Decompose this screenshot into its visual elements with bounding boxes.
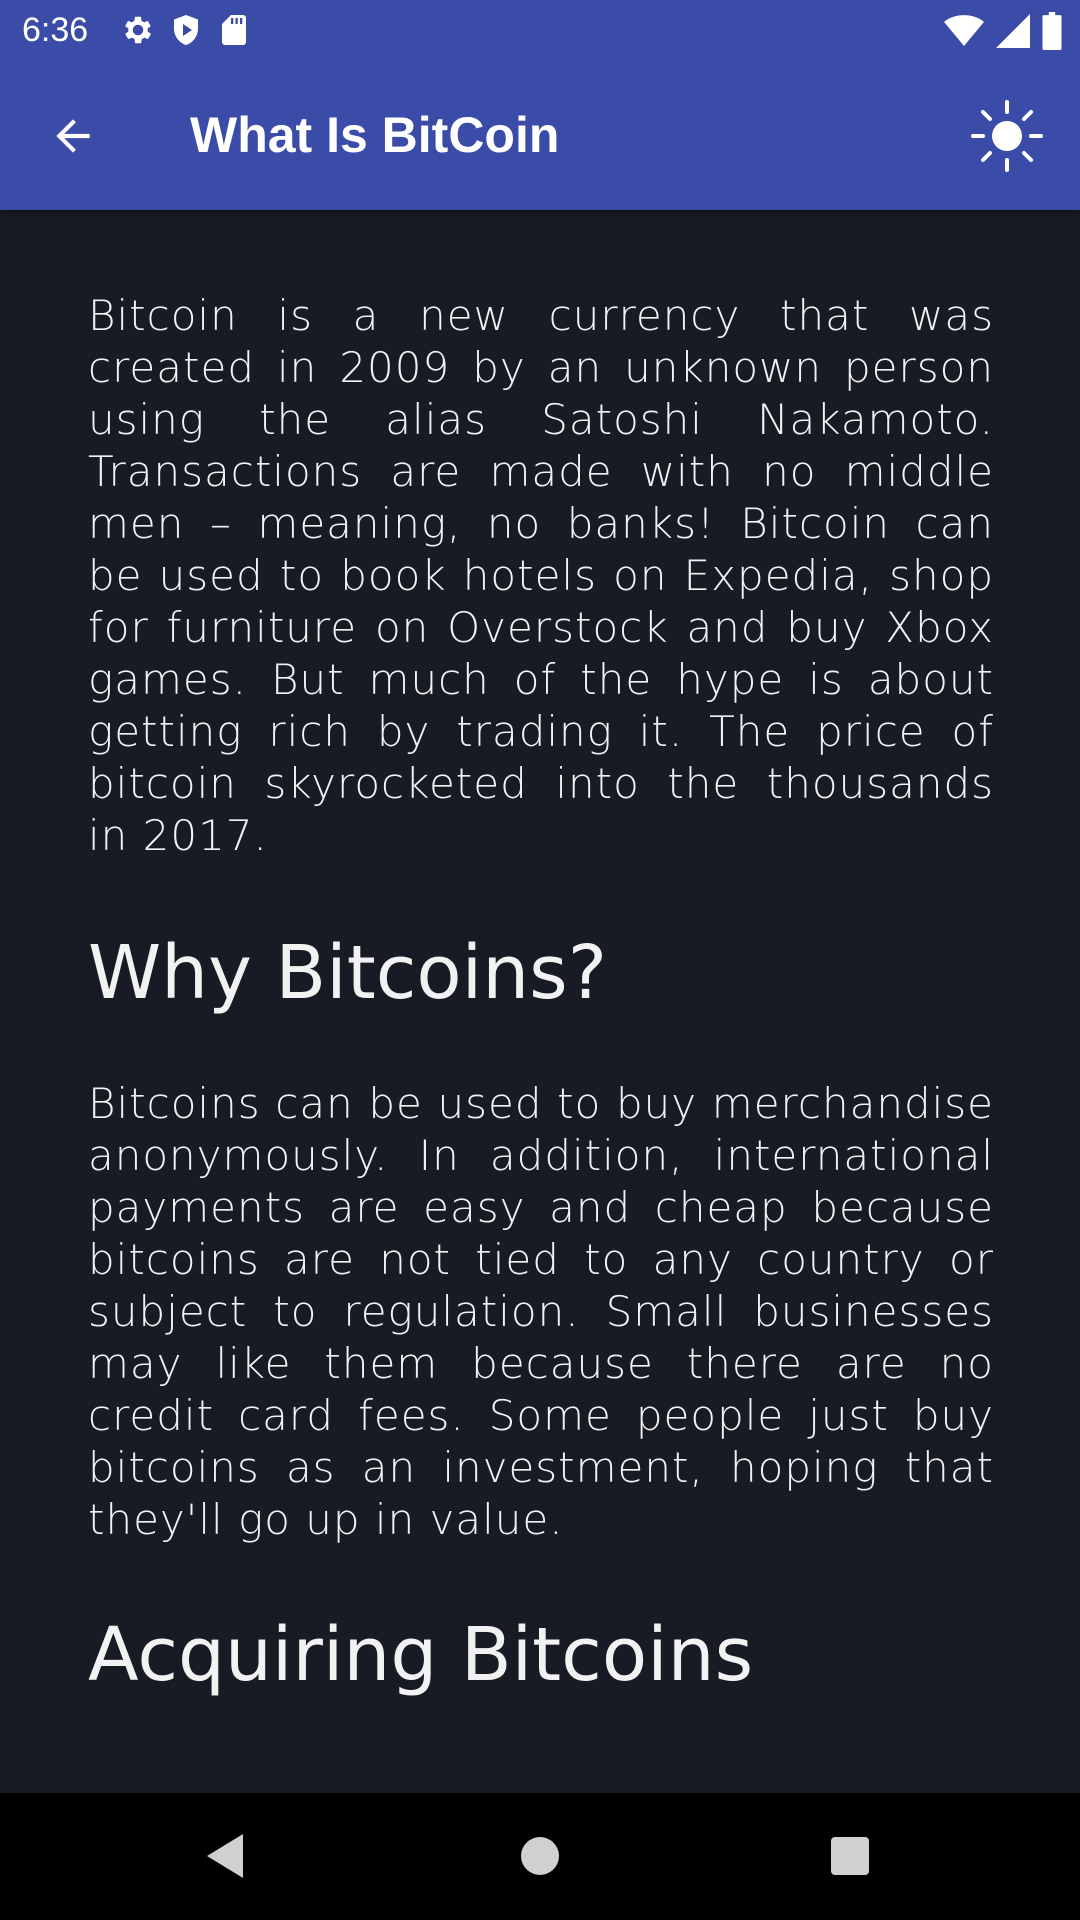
- wifi-icon: [944, 13, 984, 49]
- status-icons-right: [944, 12, 1062, 50]
- gear-icon: [120, 12, 156, 48]
- system-nav-bar: [0, 1793, 1080, 1920]
- article-content[interactable]: Bitcoin is a new currency that was creat…: [88, 210, 994, 1793]
- page-title: What Is BitCoin: [190, 107, 560, 163]
- home-circle-icon: [520, 1836, 560, 1880]
- sd-card-icon: [216, 12, 252, 48]
- app-bar: What Is BitCoin: [0, 63, 1080, 210]
- theme-toggle-button[interactable]: [964, 95, 1050, 181]
- intro-paragraph: Bitcoin is a new currency that was creat…: [88, 291, 994, 860]
- status-time: 6:36: [22, 11, 89, 49]
- why-paragraph: Bitcoins can be used to buy merchandise …: [88, 1079, 994, 1544]
- battery-icon: [1042, 12, 1062, 50]
- cell-signal-icon: [996, 13, 1030, 49]
- status-bar: 6:36: [0, 0, 1080, 63]
- back-triangle-icon: [203, 1832, 247, 1884]
- nav-recents-button[interactable]: [815, 1823, 885, 1893]
- section-heading-acquiring: Acquiring Bitcoins: [88, 1612, 754, 1698]
- back-button[interactable]: [38, 103, 108, 173]
- shield-play-icon: [168, 12, 204, 48]
- recents-square-icon: [830, 1836, 870, 1880]
- section-heading-why: Why Bitcoins?: [88, 930, 607, 1016]
- nav-back-button[interactable]: [190, 1823, 260, 1893]
- nav-home-button[interactable]: [505, 1823, 575, 1893]
- sun-icon: [969, 98, 1045, 178]
- arrow-left-icon: [48, 111, 98, 165]
- status-icons-left: [120, 12, 252, 48]
